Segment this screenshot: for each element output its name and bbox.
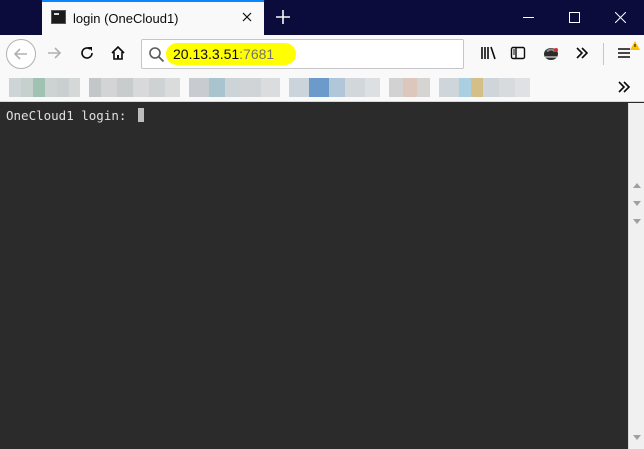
url-text[interactable]: 20.13.3.51:7681 (173, 46, 274, 62)
arrow-left-icon (13, 48, 27, 60)
maximize-icon (569, 12, 580, 23)
scroll-down-icon[interactable] (633, 201, 641, 206)
login-prompt: OneCloud1 login: (6, 108, 134, 123)
close-window-button[interactable] (598, 0, 644, 35)
scroll-bottom-icon[interactable] (633, 435, 641, 440)
bookmarks-overflow-chevron-icon[interactable] (616, 79, 632, 95)
url-bar[interactable]: 20.13.3.51:7681 (141, 39, 464, 69)
tab-title: login (OneCloud1) (73, 11, 179, 26)
overflow-chevron-icon (576, 47, 589, 59)
terminal-icon (51, 10, 66, 24)
sidebar-icon (510, 46, 526, 60)
browser-window: login (OneCloud1) 20.13.3.51:7681 OneClo… (0, 0, 644, 449)
arrow-right-icon (48, 47, 62, 59)
url-host: 20.13.3.51 (173, 46, 240, 62)
bookmark-item[interactable] (189, 78, 280, 97)
terminal-line: OneCloud1 login: (6, 108, 144, 123)
menu-button[interactable] (610, 39, 640, 69)
tab-login[interactable]: login (OneCloud1) (42, 0, 264, 35)
maximize-button[interactable] (552, 0, 598, 35)
close-icon (615, 12, 626, 23)
search-icon (149, 47, 165, 63)
terminal-area[interactable]: OneCloud1 login: (0, 103, 628, 449)
reload-icon (81, 47, 93, 59)
close-icon[interactable] (240, 10, 254, 24)
bookmark-item[interactable] (439, 78, 530, 97)
minimize-icon (523, 17, 534, 18)
extension-button[interactable] (536, 39, 566, 69)
tab-bar: login (OneCloud1) (0, 0, 644, 35)
bookmark-item[interactable] (389, 78, 430, 97)
bookmark-item[interactable] (9, 78, 80, 97)
forward-button[interactable] (40, 39, 70, 69)
bookmarks-bar (0, 73, 644, 102)
url-port: :7681 (239, 46, 275, 62)
plus-icon[interactable] (272, 6, 294, 28)
overflow-button[interactable] (568, 39, 598, 69)
home-button[interactable] (104, 39, 134, 69)
scrollbar[interactable] (628, 103, 644, 449)
library-button[interactable] (474, 39, 504, 69)
bookmark-item[interactable] (289, 78, 380, 97)
warning-icon (630, 41, 640, 50)
toolbar-divider (603, 43, 604, 65)
terminal-cursor (137, 108, 144, 122)
scroll-up-icon[interactable] (633, 183, 641, 188)
bookmark-item[interactable] (89, 78, 180, 97)
scroll-down-icon[interactable] (633, 219, 641, 224)
extension-icon (544, 48, 558, 60)
reload-button[interactable] (73, 39, 103, 69)
back-button[interactable] (6, 39, 36, 69)
sidebar-button[interactable] (504, 39, 534, 69)
library-icon (481, 46, 496, 60)
home-icon (111, 45, 125, 60)
minimize-button[interactable] (506, 0, 552, 35)
